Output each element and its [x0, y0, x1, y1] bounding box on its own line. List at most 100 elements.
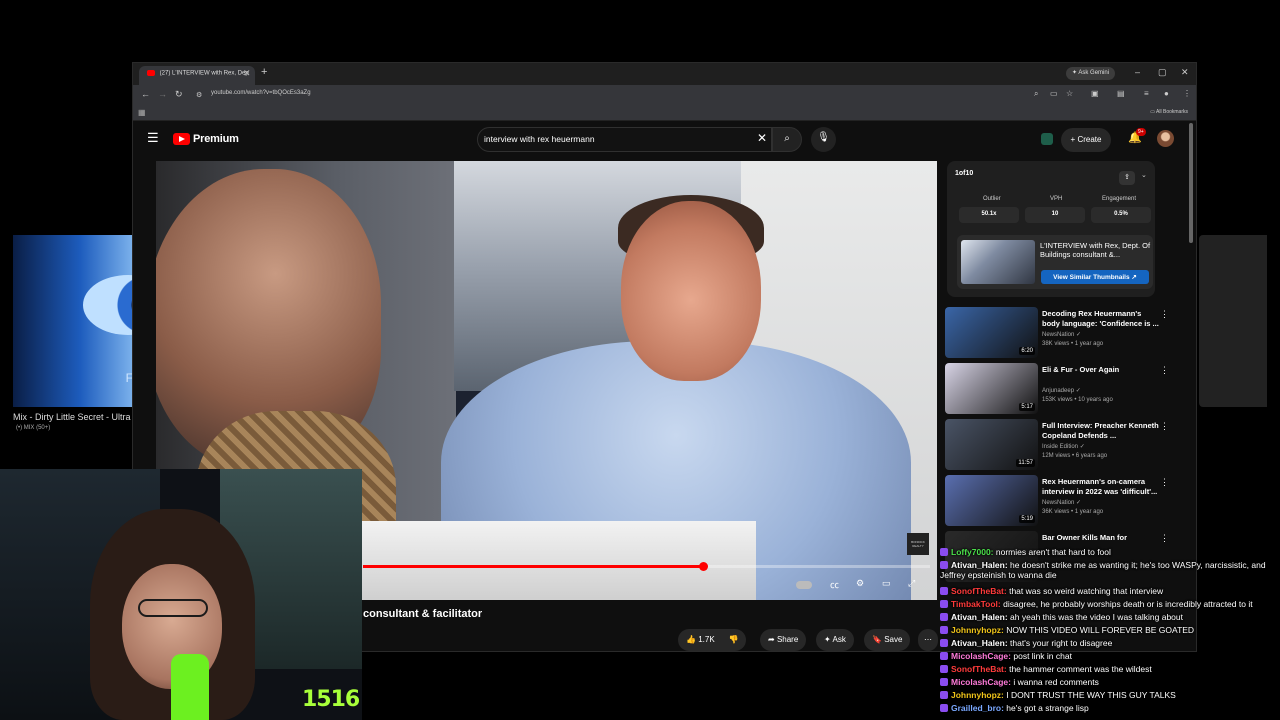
- stat-label-engagement: Engagement: [1102, 196, 1137, 202]
- cast-icon[interactable]: ▭: [1050, 89, 1058, 98]
- progress-bar[interactable]: [363, 562, 930, 571]
- chat-message: Ativan_Halen: he doesn't strike me as wa…: [940, 560, 1273, 580]
- thumbs-up-icon: 👍: [686, 635, 696, 644]
- chat-badge-icon: [940, 548, 948, 556]
- more-options-icon[interactable]: ⋮: [1160, 309, 1169, 320]
- recommended-thumbnail[interactable]: 11:57: [945, 419, 1038, 470]
- autoplay-toggle[interactable]: [796, 581, 812, 589]
- address-bar: ← → ↻ ⚙ youtube.com/watch?v=tbQOcEs3aZg …: [133, 85, 1196, 105]
- chevron-down-icon[interactable]: ⌄: [1141, 171, 1147, 179]
- ask-gemini-label: Ask Gemini: [1078, 70, 1110, 76]
- recommended-title[interactable]: Eli & Fur - Over Again: [1042, 365, 1160, 375]
- recommended-channel[interactable]: NewsNation ✓: [1042, 499, 1081, 506]
- more-options-icon[interactable]: ⋮: [1160, 533, 1169, 544]
- scrollbar[interactable]: [1189, 123, 1193, 243]
- recommended-video[interactable]: 5:17 Eli & Fur - Over Again Anjunadeep ✓ 15…: [945, 363, 1177, 415]
- recommended-video[interactable]: 5:19 Rex Heuermann's on-camera interview …: [945, 475, 1177, 527]
- more-actions-icon[interactable]: ⋯: [918, 629, 938, 651]
- recommended-thumbnail[interactable]: 5:17: [945, 363, 1038, 414]
- chat-text: ah yeah this was the video I was talking…: [1010, 612, 1183, 622]
- mix-title[interactable]: Mix - Dirty Little Secret - Ultra: [13, 412, 135, 422]
- chat-username: Ativan_Halen:: [951, 560, 1011, 570]
- recommended-title[interactable]: Decoding Rex Heuermann's body language: …: [1042, 309, 1160, 329]
- apps-grid-icon[interactable]: ▦: [138, 108, 146, 117]
- recommended-channel[interactable]: Anjunadeep ✓: [1042, 387, 1081, 394]
- chat-badge-icon: [940, 587, 948, 595]
- chat-text: he's got a strange lisp: [1006, 703, 1089, 713]
- recommended-title[interactable]: Rex Heuermann's on-camera interview in 2…: [1042, 477, 1160, 497]
- recommended-title[interactable]: Bar Owner Kills Man for: [1042, 533, 1160, 543]
- recommended-channel[interactable]: Inside Edition ✓: [1042, 443, 1085, 450]
- recommended-thumbnail[interactable]: 5:19: [945, 475, 1038, 526]
- share-button[interactable]: ➦ Share: [760, 629, 807, 651]
- tab-close-icon[interactable]: ✕: [243, 68, 251, 79]
- tab-youtube[interactable]: (27) L'INTERVIEW with Rex, Dep: [139, 66, 255, 85]
- chat-text: that's your right to disagree: [1010, 638, 1113, 648]
- avatar[interactable]: [1157, 130, 1174, 147]
- reload-icon[interactable]: ↻: [175, 89, 183, 100]
- like-button[interactable]: 👍 1.7K 👎: [678, 629, 746, 651]
- maximize-icon[interactable]: ▢: [1158, 67, 1167, 78]
- bookmark-star-icon[interactable]: ☆: [1066, 89, 1073, 98]
- settings-gear-icon[interactable]: ⚙: [856, 578, 864, 589]
- recommended-video[interactable]: 6:20 Decoding Rex Heuermann's body langua…: [945, 307, 1177, 359]
- more-options-icon[interactable]: ⋮: [1160, 477, 1169, 488]
- all-bookmarks-label: All Bookmarks: [1156, 109, 1188, 115]
- fullscreen-icon[interactable]: ⤢: [908, 578, 915, 589]
- right-thumbnail[interactable]: [1199, 235, 1267, 407]
- minimize-icon[interactable]: –: [1135, 67, 1140, 77]
- site-info-icon[interactable]: ⚙: [196, 91, 202, 99]
- search-icon: ⌕: [784, 133, 790, 144]
- profile-icon[interactable]: ●: [1164, 89, 1169, 98]
- voice-search-button[interactable]: 🎙: [811, 127, 836, 152]
- view-similar-thumbnails-button[interactable]: View Similar Thumbnails ↗: [1041, 270, 1149, 284]
- search-button[interactable]: ⌕: [772, 127, 802, 152]
- thumbs-down-icon[interactable]: 👎: [729, 635, 739, 644]
- chat-username: Johnnyhopz:: [951, 625, 1007, 635]
- new-tab-icon[interactable]: +: [261, 66, 267, 78]
- chat-message: Johnnyhopz: NOW THIS VIDEO WILL FOREVER …: [940, 625, 1194, 635]
- menu-dots-icon[interactable]: ⋮: [1183, 89, 1191, 98]
- all-bookmarks-button[interactable]: ▭ All Bookmarks: [1150, 109, 1188, 115]
- extension-icon[interactable]: ▣: [1091, 89, 1099, 98]
- back-icon[interactable]: ←: [141, 89, 150, 99]
- toolbar-icon[interactable]: ≡: [1144, 89, 1149, 98]
- more-options-icon[interactable]: ⋮: [1160, 365, 1169, 376]
- chat-text: disagree, he probably worships death or …: [1003, 599, 1253, 609]
- stat-value-vph: 10: [1025, 207, 1085, 223]
- recommended-title[interactable]: Full Interview: Preacher Kenneth Copelan…: [1042, 421, 1160, 441]
- more-options-icon[interactable]: ⋮: [1160, 421, 1169, 432]
- close-window-icon[interactable]: ✕: [1181, 67, 1189, 78]
- sidepanel-icon[interactable]: ▤: [1117, 89, 1125, 98]
- miniplayer-icon[interactable]: ▭: [882, 578, 891, 589]
- chat-username: SonofTheBat:: [951, 586, 1010, 596]
- view-similar-label: View Similar Thumbnails: [1053, 274, 1130, 281]
- save-button[interactable]: 🔖 Save: [864, 629, 911, 651]
- create-button[interactable]: + Create: [1061, 128, 1111, 152]
- extension-card-title: L'INTERVIEW with Rex, Dept. Of Buildings…: [1040, 241, 1151, 259]
- chat-message: MicolashCage: post link in chat: [940, 651, 1072, 661]
- recommended-meta: 12M views • 6 years ago: [1042, 453, 1108, 459]
- recommended-video[interactable]: 11:57 Full Interview: Preacher Kenneth Co…: [945, 419, 1177, 471]
- ask-gemini-button[interactable]: ✦ Ask Gemini: [1066, 67, 1116, 80]
- subtitles-icon[interactable]: ㏄: [830, 578, 839, 591]
- search-box[interactable]: interview with rex heuermann ✕: [477, 127, 772, 152]
- extension-icon[interactable]: [1041, 133, 1053, 145]
- chat-badge-icon: [940, 678, 948, 686]
- mix-thumbnail[interactable]: F: [13, 235, 135, 407]
- duration-badge: 5:19: [1019, 515, 1035, 523]
- recommended-thumbnail[interactable]: 6:20: [945, 307, 1038, 358]
- chat-text: the hammer comment was the wildest: [1009, 664, 1152, 674]
- clear-search-icon[interactable]: ✕: [757, 131, 767, 145]
- url-field[interactable]: youtube.com/watch?v=tbQOcEs3aZg: [211, 90, 311, 96]
- zoom-icon[interactable]: ⌕: [1034, 89, 1038, 99]
- search-input[interactable]: interview with rex heuermann: [484, 134, 595, 144]
- ask-button[interactable]: ✦ Ask: [816, 629, 854, 651]
- chat-badge-icon: [940, 561, 948, 569]
- recommended-channel[interactable]: NewsNation ✓: [1042, 331, 1081, 338]
- youtube-logo[interactable]: Premium: [173, 132, 239, 146]
- export-icon[interactable]: ⇪: [1119, 171, 1135, 185]
- forward-icon[interactable]: →: [158, 89, 167, 99]
- streamer-glasses: [138, 599, 208, 617]
- menu-icon[interactable]: ☰: [147, 130, 159, 146]
